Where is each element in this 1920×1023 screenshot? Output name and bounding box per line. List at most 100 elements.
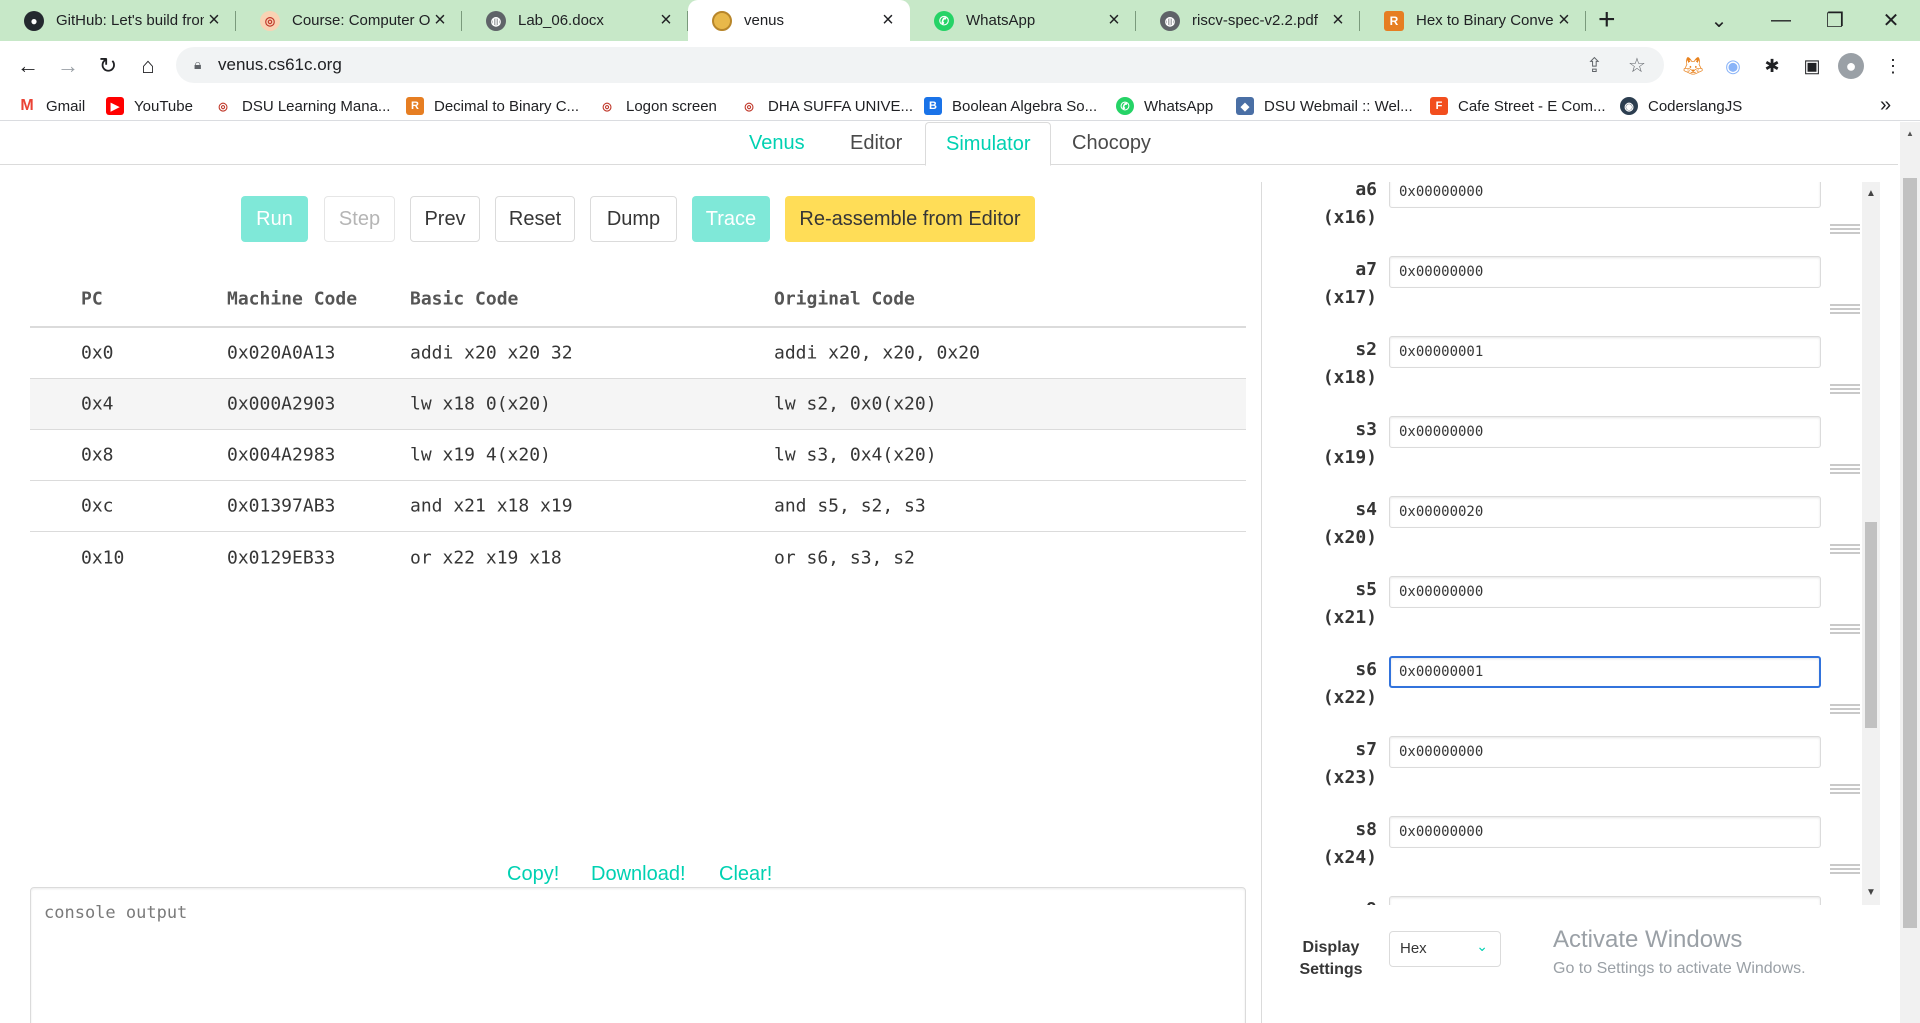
bookmark-youtube[interactable]: ▶ YouTube xyxy=(106,95,193,117)
step-button[interactable]: Step xyxy=(324,196,395,242)
scroll-up-icon[interactable]: ▲ xyxy=(1906,129,1914,138)
maximize-button[interactable]: ❐ xyxy=(1804,0,1866,41)
tab-simulator[interactable]: Simulator xyxy=(925,122,1052,166)
close-tab-icon[interactable]: × xyxy=(204,9,224,31)
close-tab-icon[interactable]: × xyxy=(430,9,450,31)
table-row[interactable]: 0x0 0x020A0A13 addi x20 x20 32 addi x20,… xyxy=(30,328,1246,379)
drag-handle-icon[interactable] xyxy=(1830,784,1860,794)
run-button[interactable]: Run xyxy=(241,196,308,242)
browser-tab-github[interactable]: ● GitHub: Let's build from here × xyxy=(0,0,236,41)
register-name: s5 xyxy=(1355,579,1377,600)
bookmark-cafe-street[interactable]: F Cafe Street - E Com... xyxy=(1430,95,1606,117)
drag-handle-icon[interactable] xyxy=(1830,464,1860,474)
register-value-input[interactable] xyxy=(1389,896,1821,905)
extensions-icon[interactable]: ✱ xyxy=(1759,53,1785,79)
tab-editor[interactable]: Editor xyxy=(830,122,922,165)
scroll-down-icon[interactable]: ▼ xyxy=(1866,887,1876,898)
browser-tab-venus[interactable]: venus × xyxy=(688,0,910,41)
table-row[interactable]: 0x4 0x000A2903 lw x18 0(x20) lw s2, 0x0(… xyxy=(30,379,1246,430)
browser-menu-icon[interactable]: ⋮ xyxy=(1880,53,1906,79)
browser-tab-course[interactable]: ◎ Course: Computer Organization × xyxy=(236,0,462,41)
bookmark-label: Boolean Algebra So... xyxy=(952,97,1098,115)
bookmark-dha-suffa[interactable]: ◎ DHA SUFFA UNIVE... xyxy=(740,95,913,117)
register-value-input[interactable]: 0x00000001 xyxy=(1389,656,1821,688)
close-tab-icon[interactable]: × xyxy=(656,9,676,31)
bookmarks-overflow-icon[interactable]: » xyxy=(1880,94,1891,117)
side-panel-icon[interactable]: ▣ xyxy=(1799,53,1825,79)
avatar[interactable]: ● xyxy=(1838,53,1864,79)
address-bar[interactable]: 🔒︎ venus.cs61c.org ⇪ ☆ xyxy=(176,47,1664,83)
close-tab-icon[interactable]: × xyxy=(1328,9,1348,31)
share-icon[interactable]: ⇪ xyxy=(1586,53,1603,78)
dump-button[interactable]: Dump xyxy=(590,196,677,242)
page-scrollbar[interactable]: ▲ xyxy=(1900,122,1920,1023)
register-value-input[interactable]: 0x00000000 xyxy=(1389,576,1821,608)
reload-button[interactable]: ↻ xyxy=(92,50,124,82)
console-output[interactable]: console output xyxy=(30,887,1246,1023)
b-icon: B xyxy=(924,97,942,115)
drag-handle-icon[interactable] xyxy=(1830,864,1860,874)
register-value-input[interactable]: 0x00000001 xyxy=(1389,336,1821,368)
trace-button[interactable]: Trace xyxy=(692,196,770,242)
register-value-input[interactable]: 0x00000020 xyxy=(1389,496,1821,528)
close-tab-icon[interactable]: × xyxy=(1104,9,1124,31)
prev-button[interactable]: Prev xyxy=(410,196,480,242)
grammarly-icon[interactable]: ◉ xyxy=(1720,53,1746,79)
browser-tab-lab06[interactable]: ◍ Lab_06.docx × xyxy=(462,0,688,41)
bookmark-star-icon[interactable]: ☆ xyxy=(1628,53,1646,78)
bookmark-gmail[interactable]: M Gmail xyxy=(18,95,85,117)
url-text[interactable]: venus.cs61c.org xyxy=(218,55,342,75)
webmail-icon: ◆ xyxy=(1236,97,1254,115)
scroll-up-icon[interactable]: ▲ xyxy=(1866,188,1876,199)
close-window-button[interactable]: ✕ xyxy=(1860,0,1920,41)
venus-page: Venus Editor Simulator Chocopy Run Step … xyxy=(0,122,1920,1023)
bookmark-dsu-webmail[interactable]: ◆ DSU Webmail :: Wel... xyxy=(1236,95,1413,117)
bookmark-boolean-algebra[interactable]: B Boolean Algebra So... xyxy=(924,95,1097,117)
table-row[interactable]: 0x10 0x0129EB33 or x22 x19 x18 or s6, s3… xyxy=(30,532,1246,583)
home-button[interactable]: ⌂ xyxy=(132,50,164,82)
watermark-title: Activate Windows xyxy=(1553,926,1743,953)
register-value-input[interactable]: 0x00000000 xyxy=(1389,182,1821,208)
drag-handle-icon[interactable] xyxy=(1830,704,1860,714)
drag-handle-icon[interactable] xyxy=(1830,624,1860,634)
display-format-select[interactable]: Hex ⌄ xyxy=(1389,931,1501,967)
forward-button[interactable]: → xyxy=(52,50,84,82)
new-tab-button[interactable]: + xyxy=(1598,5,1616,35)
register-value-input[interactable]: 0x00000000 xyxy=(1389,416,1821,448)
browser-tab-whatsapp[interactable]: ✆ WhatsApp × xyxy=(910,0,1136,41)
scroll-thumb[interactable] xyxy=(1903,178,1917,928)
tab-search-icon[interactable]: ⌄ xyxy=(1688,0,1750,41)
back-button[interactable]: ← xyxy=(12,50,44,82)
nav-venus[interactable]: Venus xyxy=(729,122,825,165)
drag-handle-icon[interactable] xyxy=(1830,304,1860,314)
download-link[interactable]: Download! xyxy=(591,863,686,886)
table-row[interactable]: 0x8 0x004A2983 lw x19 4(x20) lw s3, 0x4(… xyxy=(30,430,1246,481)
bookmark-logon[interactable]: ◎ Logon screen xyxy=(598,95,717,117)
copy-link[interactable]: Copy! xyxy=(507,863,559,886)
browser-tab-hex-converter[interactable]: R Hex to Binary Converter × xyxy=(1360,0,1586,41)
browser-tab-riscv-spec[interactable]: ◍ riscv-spec-v2.2.pdf × xyxy=(1136,0,1360,41)
bookmark-whatsapp[interactable]: ✆ WhatsApp xyxy=(1116,95,1213,117)
clear-link[interactable]: Clear! xyxy=(719,863,772,886)
drag-handle-icon[interactable] xyxy=(1830,384,1860,394)
reassemble-button[interactable]: Re-assemble from Editor xyxy=(785,196,1035,242)
bookmark-dsu-learning[interactable]: ◎ DSU Learning Mana... xyxy=(214,95,390,117)
close-tab-icon[interactable]: × xyxy=(1554,9,1574,31)
bookmark-coderslang[interactable]: ◉ CoderslangJS xyxy=(1620,95,1742,117)
register-value-input[interactable]: 0x00000000 xyxy=(1389,736,1821,768)
scroll-thumb[interactable] xyxy=(1865,522,1877,728)
minimize-button[interactable]: — xyxy=(1750,0,1812,41)
register-value-input[interactable]: 0x00000000 xyxy=(1389,816,1821,848)
register-value-input[interactable]: 0x00000000 xyxy=(1389,256,1821,288)
close-tab-icon[interactable]: × xyxy=(878,9,898,31)
bookmark-decimal-binary[interactable]: R Decimal to Binary C... xyxy=(406,95,579,117)
register-scrollbar[interactable]: ▲ ▼ xyxy=(1862,182,1880,905)
pc-cell: 0x8 xyxy=(81,444,114,466)
drag-handle-icon[interactable] xyxy=(1830,544,1860,554)
drag-handle-icon[interactable] xyxy=(1830,224,1860,234)
tab-chocopy[interactable]: Chocopy xyxy=(1052,122,1171,165)
bookmark-label: YouTube xyxy=(134,97,193,115)
reset-button[interactable]: Reset xyxy=(495,196,575,242)
table-row[interactable]: 0xc 0x01397AB3 and x21 x18 x19 and s5, s… xyxy=(30,481,1246,532)
metamask-icon[interactable]: 🦊︎ xyxy=(1680,53,1706,79)
